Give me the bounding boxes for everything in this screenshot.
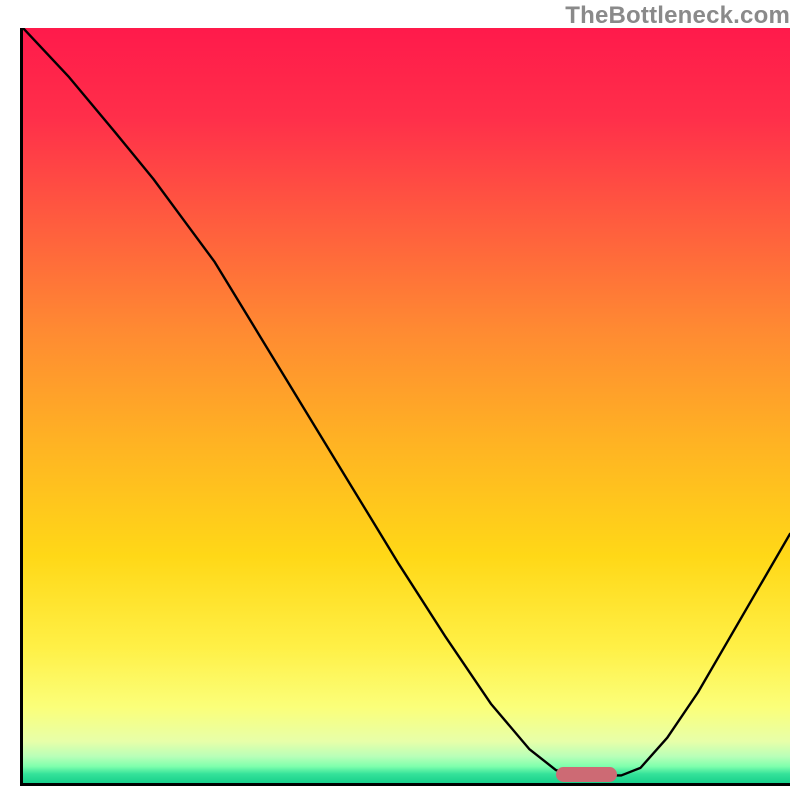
curve-layer — [23, 28, 790, 783]
bottleneck-curve — [23, 28, 790, 775]
watermark-label: TheBottleneck.com — [565, 2, 790, 30]
chart-frame: TheBottleneck.com — [0, 0, 800, 800]
plot-area — [20, 28, 790, 786]
optimal-marker — [556, 767, 617, 782]
